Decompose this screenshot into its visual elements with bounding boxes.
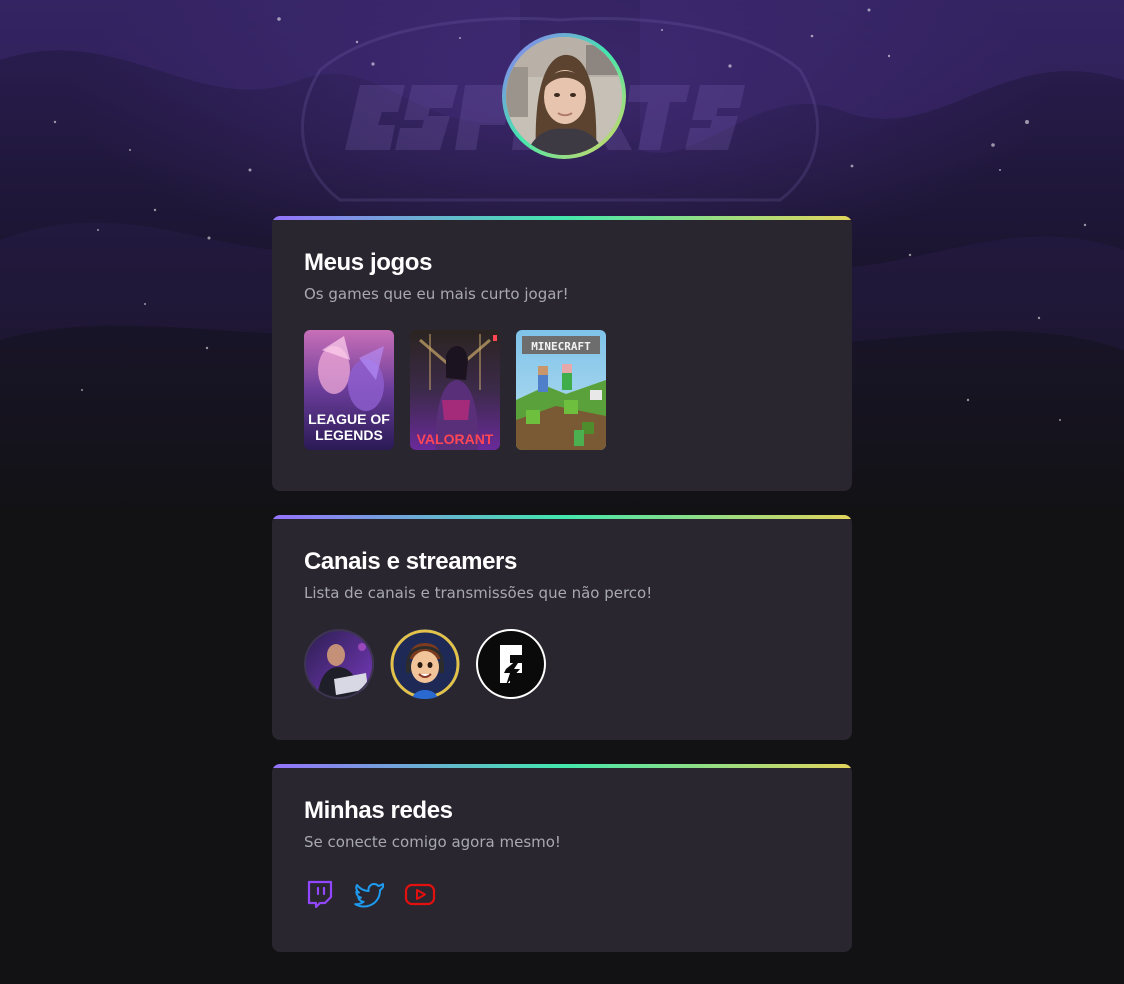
game-valorant-title: VALORANT <box>417 431 494 447</box>
profile-avatar-ring <box>502 33 626 159</box>
games-card: Meus jogos Os games que eu mais curto jo… <box>272 216 852 491</box>
games-list: LEAGUE OF LEGENDS VALORANT MINECRAFT <box>304 330 820 450</box>
socials-title: Minhas redes <box>304 797 453 824</box>
streamers-list <box>304 629 820 699</box>
twitch-icon <box>307 880 333 909</box>
profile-avatar <box>506 37 622 155</box>
socials-list <box>304 878 820 910</box>
games-subtitle: Os games que eu mais curto jogar! <box>304 285 569 303</box>
socials-card: Minhas redes Se conecte comigo agora mes… <box>272 764 852 952</box>
twitch-link[interactable] <box>304 878 336 910</box>
streamer-avatar-3[interactable] <box>476 629 546 699</box>
twitter-icon <box>354 883 384 908</box>
twitter-link[interactable] <box>354 878 386 910</box>
youtube-link[interactable] <box>404 878 436 910</box>
game-lol-line1: LEAGUE OF <box>308 411 390 427</box>
streamer-avatar-1[interactable] <box>304 629 374 699</box>
streamer-avatar-2[interactable] <box>390 629 460 699</box>
youtube-icon <box>404 883 436 906</box>
game-minecraft[interactable]: MINECRAFT <box>516 330 606 450</box>
game-valorant[interactable]: VALORANT <box>410 330 500 450</box>
games-title: Meus jogos <box>304 249 433 276</box>
socials-subtitle: Se conecte comigo agora mesmo! <box>304 833 561 851</box>
streamers-title: Canais e streamers <box>304 548 517 575</box>
game-lol-line2: LEGENDS <box>315 427 383 443</box>
game-league-of-legends[interactable]: LEAGUE OF LEGENDS <box>304 330 394 450</box>
streamers-subtitle: Lista de canais e transmissões que não p… <box>304 584 653 602</box>
streamers-card: Canais e streamers Lista de canais e tra… <box>272 515 852 740</box>
game-minecraft-title: MINECRAFT <box>531 340 591 353</box>
